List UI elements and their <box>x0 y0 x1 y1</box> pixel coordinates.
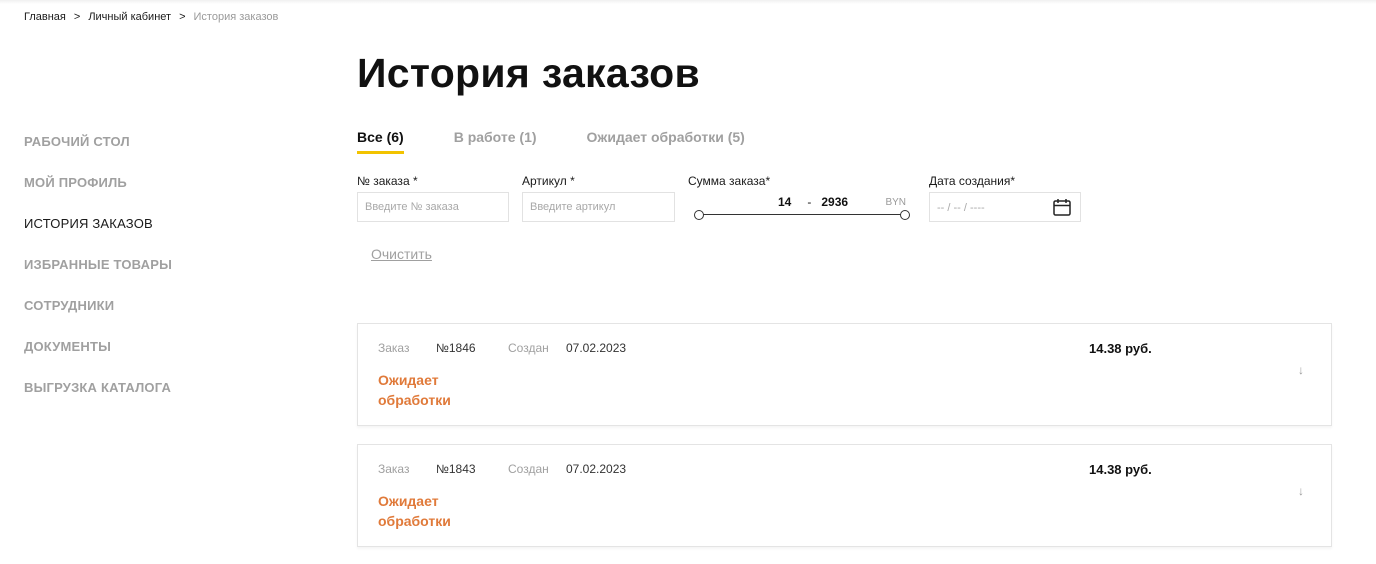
breadcrumb-current: История заказов <box>193 11 279 23</box>
sidebar-item-employees[interactable]: СОТРУДНИКИ <box>24 298 284 339</box>
order-sum: 14.38 руб. <box>1089 462 1152 477</box>
order-created-label: Создан <box>508 462 549 476</box>
order-card[interactable]: Заказ №1843 Создан 07.02.2023 Ожидает об… <box>357 444 1332 547</box>
order-date: 07.02.2023 <box>566 462 627 476</box>
order-sum: 14.38 руб. <box>1089 341 1152 356</box>
tab-pending[interactable]: Ожидает обработки (5) <box>587 129 745 152</box>
page-title: История заказов <box>357 50 700 96</box>
order-label: Заказ <box>378 462 410 476</box>
creation-date-field[interactable]: -- / -- / ---- <box>929 192 1081 222</box>
sidebar-item-documents[interactable]: ДОКУМЕНТЫ <box>24 339 284 380</box>
breadcrumb: Главная > Личный кабинет > История заказ… <box>24 11 278 23</box>
breadcrumb-home[interactable]: Главная <box>24 11 66 23</box>
order-sum-label: Сумма заказа* <box>688 174 771 188</box>
sidebar-item-favorites[interactable]: ИЗБРАННЫЕ ТОВАРЫ <box>24 257 284 298</box>
order-sum-min: 14 <box>778 195 792 209</box>
creation-date-label: Дата создания* <box>929 174 1015 188</box>
breadcrumb-account[interactable]: Личный кабинет <box>88 11 171 23</box>
sidebar-item-catalog-export[interactable]: ВЫГРУЗКА КАТАЛОГА <box>24 380 284 421</box>
order-date: 07.02.2023 <box>566 341 627 355</box>
order-sum-currency: BYN <box>885 197 906 208</box>
order-tabs: Все (6) В работе (1) Ожидает обработки (… <box>357 129 795 154</box>
breadcrumb-separator: > <box>179 11 186 23</box>
sidebar-item-profile[interactable]: МОЙ ПРОФИЛЬ <box>24 175 284 216</box>
calendar-icon[interactable] <box>1052 197 1072 217</box>
tab-in-progress[interactable]: В работе (1) <box>454 129 537 152</box>
arrow-down-icon[interactable]: ↓ <box>1298 363 1304 377</box>
order-number-label: № заказа * <box>357 174 418 188</box>
order-sum-values: 14 - 2936 <box>778 195 848 209</box>
order-number: №1843 <box>436 462 476 476</box>
breadcrumb-separator: > <box>73 11 81 23</box>
order-number: №1846 <box>436 341 476 355</box>
topbar-shadow <box>0 0 1376 4</box>
order-label: Заказ <box>378 341 410 355</box>
article-label: Артикул * <box>522 174 575 188</box>
order-sum-separator: - <box>807 195 812 209</box>
arrow-down-icon[interactable]: ↓ <box>1298 484 1304 498</box>
order-sum-track[interactable] <box>699 214 905 215</box>
order-status: Ожидает обработки <box>378 493 451 529</box>
article-input[interactable] <box>522 192 675 222</box>
order-sum-max-handle[interactable] <box>900 210 910 220</box>
order-sum-range-slider[interactable]: 14 - 2936 BYN <box>694 194 910 220</box>
order-sum-max: 2936 <box>821 195 849 209</box>
order-card[interactable]: Заказ №1846 Создан 07.02.2023 Ожидает об… <box>357 323 1332 426</box>
order-status: Ожидает обработки <box>378 372 451 408</box>
sidebar-item-order-history[interactable]: ИСТОРИЯ ЗАКАЗОВ <box>24 216 284 257</box>
order-sum-min-handle[interactable] <box>694 210 704 220</box>
order-created-label: Создан <box>508 341 549 355</box>
creation-date-placeholder: -- / -- / ---- <box>937 202 985 214</box>
sidebar: РАБОЧИЙ СТОЛ МОЙ ПРОФИЛЬ ИСТОРИЯ ЗАКАЗОВ… <box>24 134 284 421</box>
order-number-input[interactable] <box>357 192 509 222</box>
clear-filters-link[interactable]: Очистить <box>371 246 432 262</box>
tab-all[interactable]: Все (6) <box>357 129 404 154</box>
sidebar-item-dashboard[interactable]: РАБОЧИЙ СТОЛ <box>24 134 284 175</box>
